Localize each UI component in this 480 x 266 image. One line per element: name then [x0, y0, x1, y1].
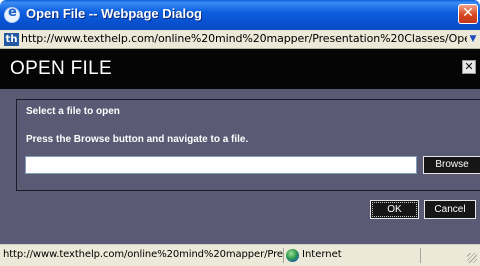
status-url: http://www.texthelp.com/online%20mind%20…: [3, 249, 283, 260]
status-separator: [420, 248, 421, 263]
cancel-button[interactable]: Cancel: [424, 200, 476, 219]
window-close-button[interactable]: ✕: [458, 4, 478, 24]
file-select-panel: Select a file to open Press the Browse b…: [16, 99, 480, 191]
dialog-heading: OPEN FILE: [10, 58, 112, 79]
ie-icon: [4, 5, 20, 23]
dialog-close-button[interactable]: ✕: [462, 60, 476, 74]
site-favicon-icon: th: [4, 33, 19, 46]
browse-instruction-label: Press the Browse button and navigate to …: [26, 134, 249, 145]
dialog-header: OPEN FILE ✕: [0, 49, 480, 89]
resize-grip-icon[interactable]: [467, 253, 477, 263]
status-bar: http://www.texthelp.com/online%20mind%20…: [0, 244, 480, 266]
window-title: Open File -- Webpage Dialog: [26, 6, 202, 21]
select-file-label: Select a file to open: [26, 106, 120, 117]
file-path-input[interactable]: [25, 156, 417, 174]
browse-button[interactable]: Browse: [423, 156, 480, 174]
globe-icon: [286, 249, 299, 262]
dialog-content: OPEN FILE ✕ Select a file to open Press …: [0, 49, 480, 244]
security-zone-label: Internet: [302, 249, 342, 260]
title-bar: Open File -- Webpage Dialog ✕: [0, 0, 480, 30]
address-url[interactable]: http://www.texthelp.com/online%20mind%20…: [21, 32, 467, 45]
chevron-down-icon[interactable]: ▼: [468, 33, 478, 45]
status-separator: [283, 248, 284, 263]
ok-button[interactable]: OK: [370, 200, 419, 219]
address-bar: th http://www.texthelp.com/online%20mind…: [0, 30, 480, 49]
